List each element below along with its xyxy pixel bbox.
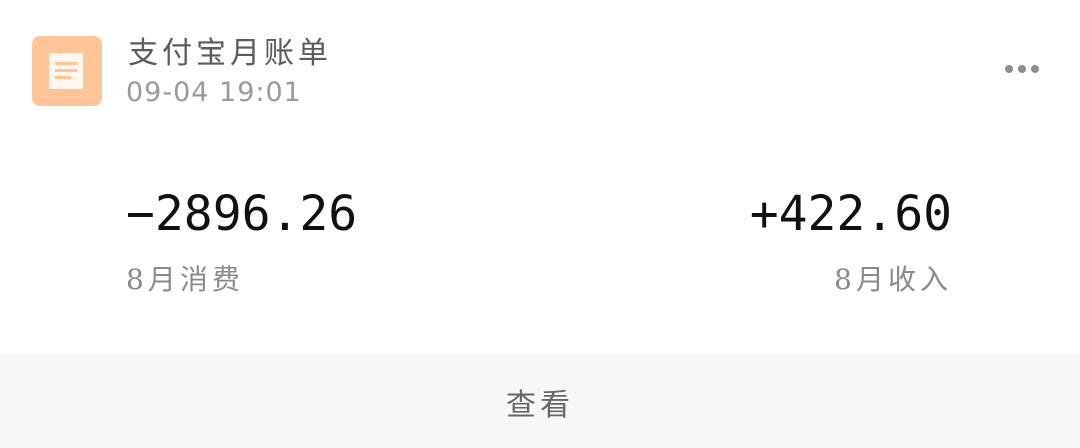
expense-label: 8月消费	[126, 263, 244, 296]
view-button-label: 查看	[506, 388, 574, 423]
timestamp: 09-04 19:01	[126, 77, 302, 108]
more-dots-icon[interactable]	[996, 52, 1048, 86]
income-amount: +422.60	[749, 186, 952, 242]
income-label: 8月收入	[834, 263, 952, 296]
view-button[interactable]: 查看	[0, 355, 1080, 448]
expense-amount: −2896.26	[126, 186, 358, 242]
document-shape	[49, 53, 83, 89]
card-header: 支付宝月账单 09-04 19:01	[0, 0, 1080, 120]
document-icon	[32, 36, 102, 106]
card-title: 支付宝月账单	[128, 36, 332, 71]
bill-card[interactable]: 支付宝月账单 09-04 19:01 −2896.26 8月消费 +422.60…	[0, 0, 1080, 448]
